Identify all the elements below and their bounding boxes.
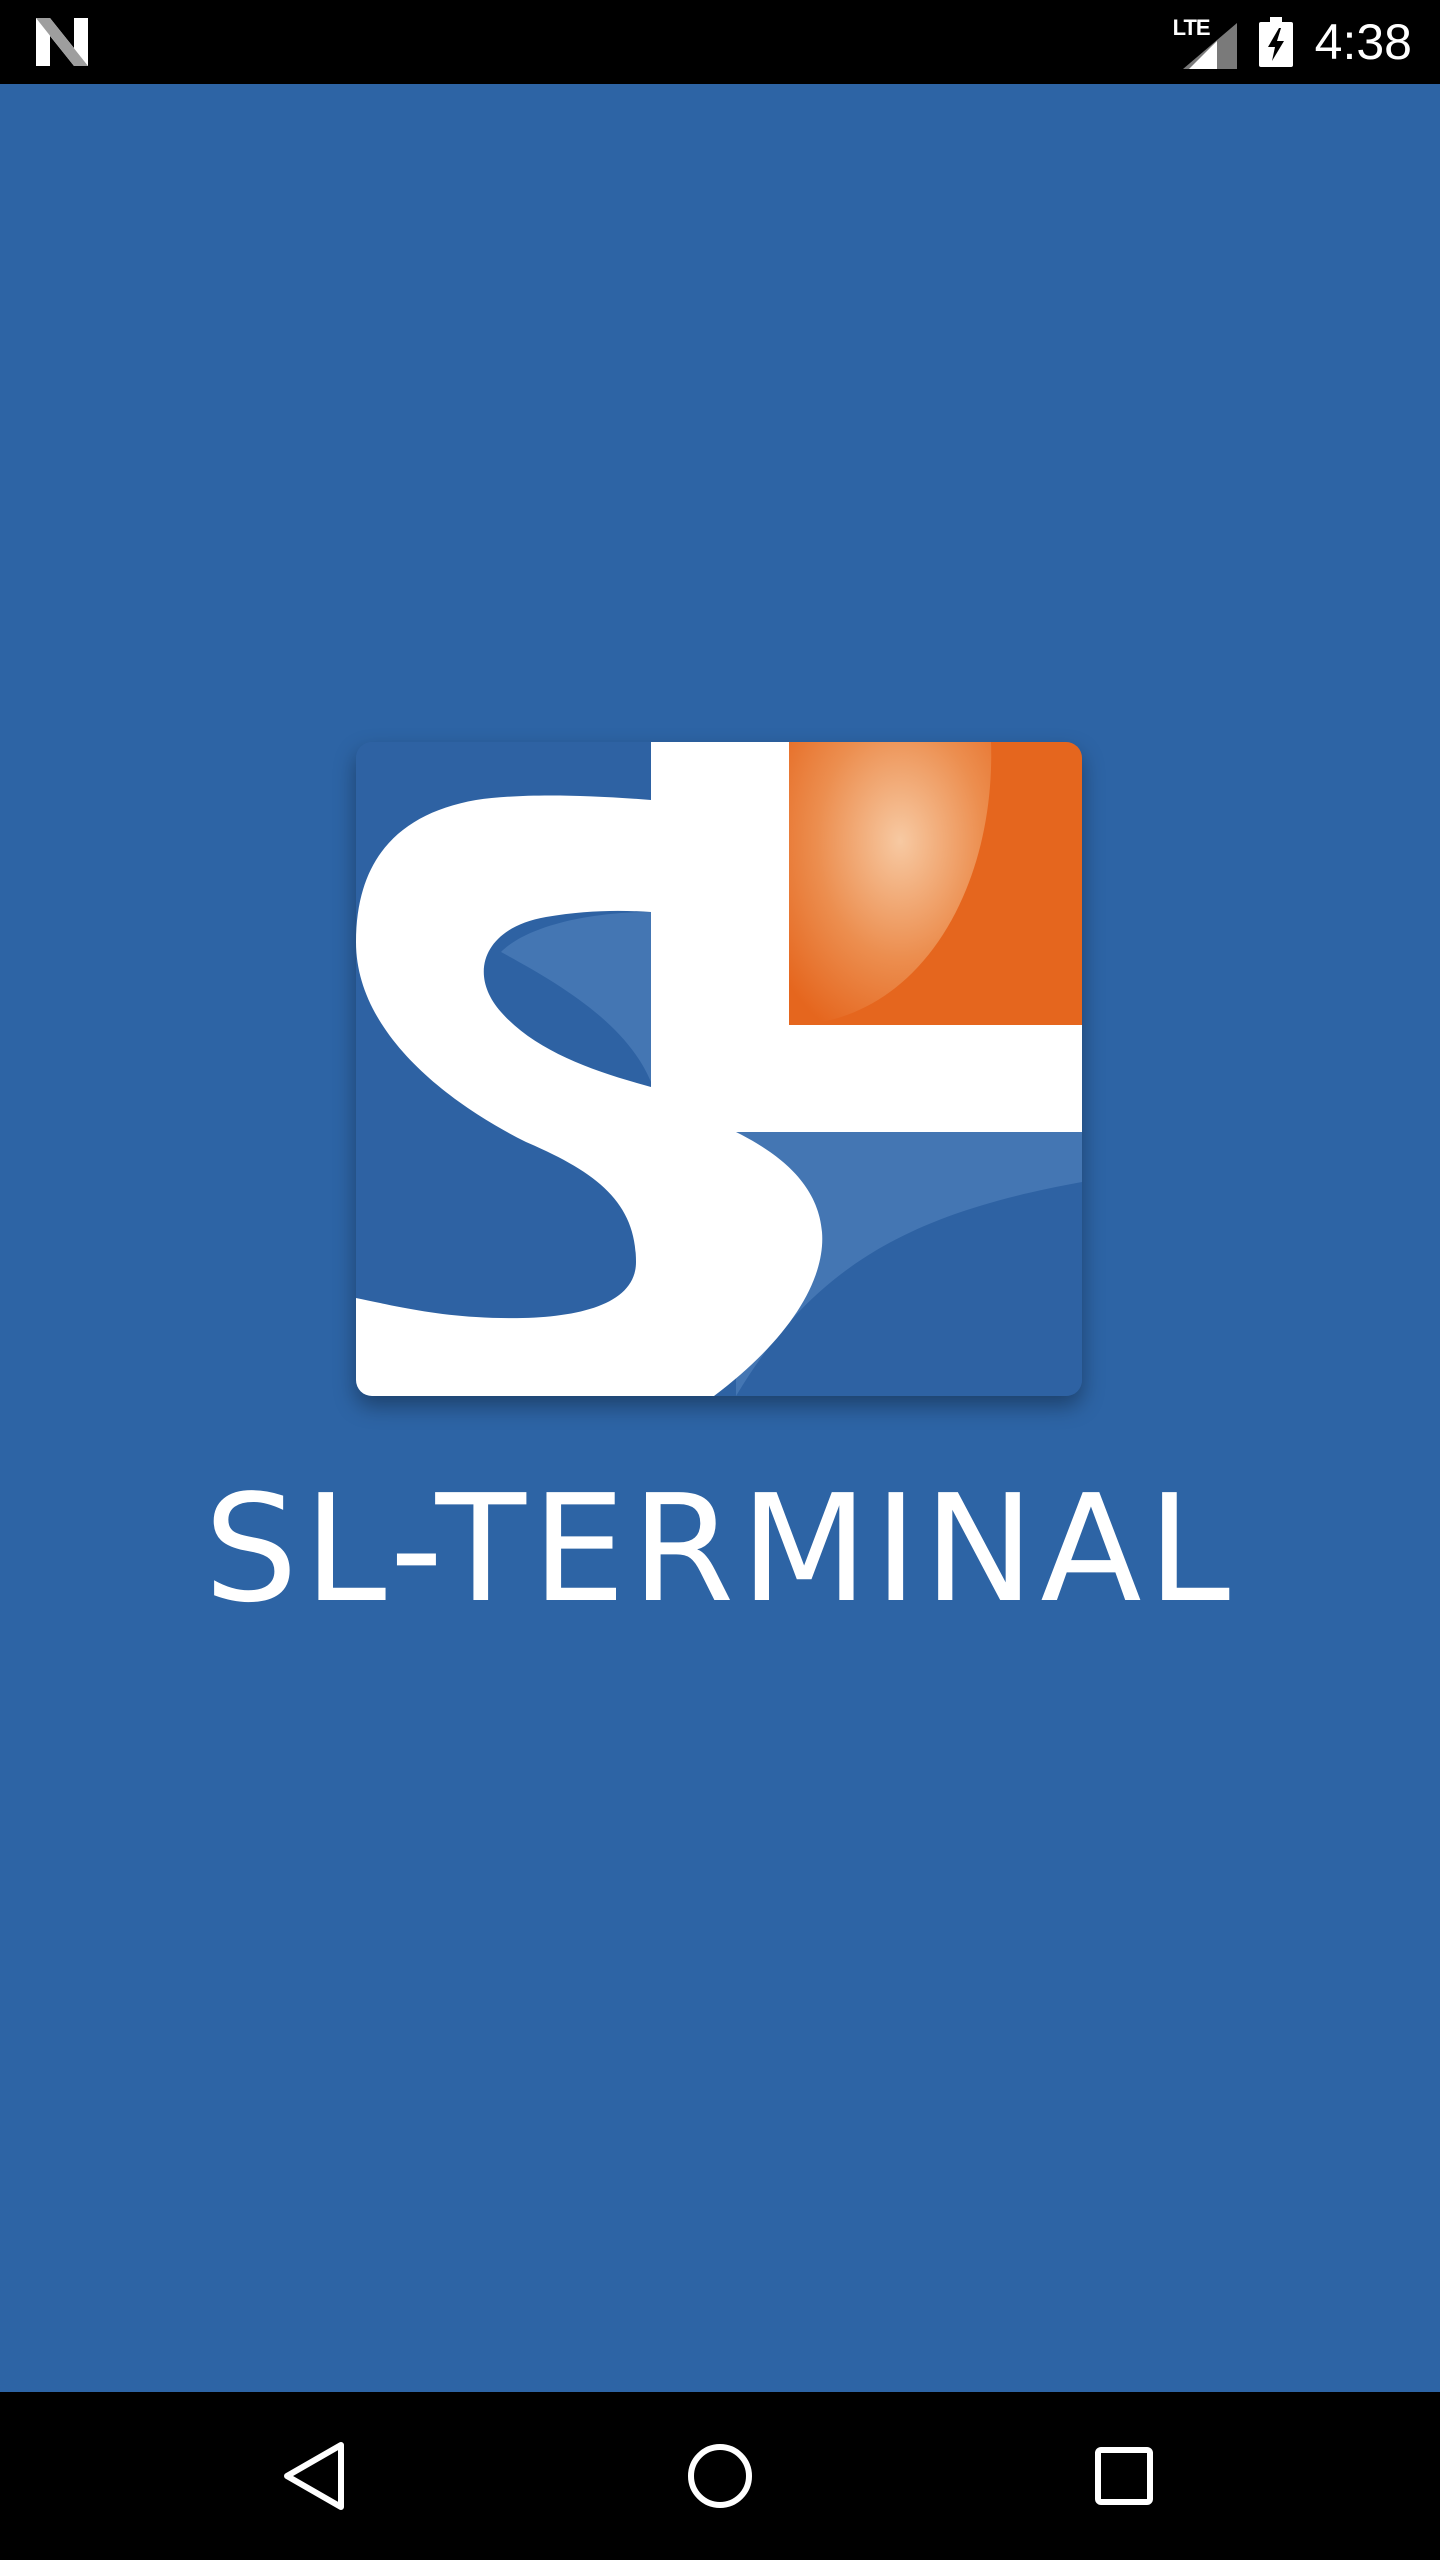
navigation-bar	[0, 2392, 1440, 2560]
status-bar: LTE 4:38	[0, 0, 1440, 84]
status-indicators: LTE 4:38	[1173, 0, 1412, 84]
sl-logo-graphic	[356, 742, 1082, 1396]
signal-icon	[1182, 23, 1237, 69]
battery-charging-icon	[1258, 17, 1293, 67]
home-button[interactable]	[670, 2426, 770, 2526]
splash-screen: SL-TERMINAL	[0, 84, 1440, 2392]
home-icon	[688, 2444, 752, 2508]
network-indicator: LTE	[1173, 15, 1237, 69]
sl-logo	[356, 742, 1082, 1396]
clock: 4:38	[1314, 14, 1412, 70]
back-button[interactable]	[266, 2426, 366, 2526]
recents-button[interactable]	[1074, 2426, 1174, 2526]
app-title: SL-TERMINAL	[203, 1463, 1237, 1635]
back-icon	[284, 2442, 344, 2510]
recents-icon	[1095, 2447, 1153, 2505]
notification-n-icon	[36, 18, 88, 66]
